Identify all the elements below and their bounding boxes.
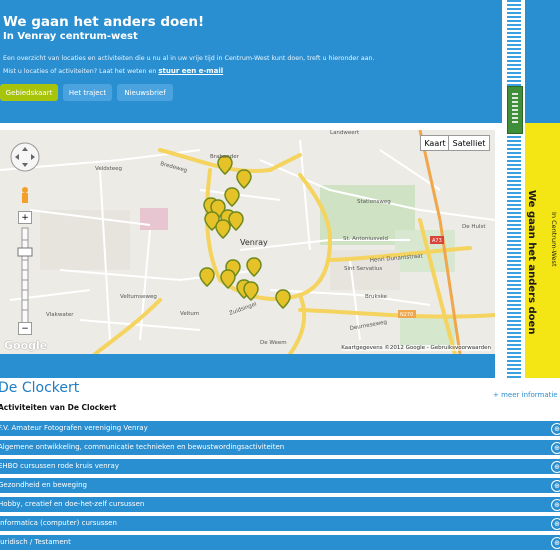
label-a73: A73 [432, 238, 442, 244]
intro-line-2: Mist u locaties of activiteiten? Laat he… [3, 68, 157, 75]
activity-label: Juridisch / Testament [0, 538, 71, 546]
expand-icon[interactable]: ⊕ [551, 461, 560, 473]
label-servatius: Sint Servatius [344, 266, 382, 272]
map-attribution[interactable]: Kaartgegevens ©2012 Google - Gebruiksvoo… [341, 345, 491, 351]
location-title: De Clockert [0, 380, 80, 396]
expand-icon[interactable]: ⊕ [551, 499, 560, 511]
expand-icon[interactable]: ⊕ [551, 518, 560, 530]
expand-icon[interactable]: ⊕ [551, 537, 560, 549]
rail-slider-handle[interactable] [507, 86, 523, 134]
tab-het-traject[interactable]: Het traject [63, 84, 112, 101]
activity-label: Informatica (computer) cursussen [0, 519, 117, 527]
side-panel-subtitle: In Centrum-West [550, 212, 558, 267]
side-panel-header [525, 0, 560, 123]
tab-gebiedskaart[interactable]: Gebiedskaart [0, 84, 58, 101]
activity-label: F.V. Amateur Fotografen vereniging Venra… [0, 424, 148, 432]
label-venray: Venray [240, 238, 268, 247]
rail-stripe [507, 0, 521, 378]
activity-accordion: F.V. Amateur Fotografen vereniging Venra… [0, 421, 560, 554]
label-brabander: Brabander [210, 154, 240, 160]
zoom-in-button[interactable]: + [18, 211, 32, 224]
activity-row[interactable]: Juridisch / Testament ⊕ [0, 535, 560, 550]
map-type-satelliet-button[interactable]: Satelliet [448, 135, 490, 151]
activity-row[interactable]: Gezondheid en beweging ⊕ [0, 478, 560, 493]
activity-row[interactable]: Hobby, creatief en doe-het-zelf cursusse… [0, 497, 560, 512]
label-landweert: Landweert [330, 130, 360, 136]
expand-icon[interactable]: ⊕ [551, 480, 560, 492]
hero-title: We gaan het anders doen! [3, 14, 205, 30]
map-logo: Google [4, 339, 48, 352]
label-vlakwater: Vlakwater [46, 312, 74, 318]
location-subtitle: Activiteiten van De Clockert [0, 403, 117, 412]
label-antoniusveld: St. Antoniusveld [343, 236, 388, 242]
label-veltum: Veltum [180, 311, 199, 317]
map-canvas: Brabander Landweert Bredeweg Stationsweg… [0, 130, 495, 354]
expand-icon[interactable]: ⊕ [551, 423, 560, 435]
hero-banner: We gaan het anders doen! In Venray centr… [0, 0, 502, 123]
label-weem: De Weem [260, 340, 287, 346]
tab-nieuwsbrief[interactable]: Nieuwsbrief [117, 84, 173, 101]
activity-label: Algemene ontwikkeling, communicatie tech… [0, 443, 285, 451]
activity-label: Gezondheid en beweging [0, 481, 87, 489]
activity-label: Hobby, creatief en doe-het-zelf cursusse… [0, 500, 145, 508]
label-brukske: Brukske [365, 294, 388, 300]
label-n270: N270 [400, 312, 413, 318]
zoom-out-button[interactable]: − [18, 322, 32, 335]
activity-row[interactable]: F.V. Amateur Fotografen vereniging Venra… [0, 421, 560, 436]
activity-row[interactable]: Algemene ontwikkeling, communicatie tech… [0, 440, 560, 455]
map-footer-band [0, 354, 495, 378]
map-type-kaart-button[interactable]: Kaart [420, 135, 450, 151]
more-info-link[interactable]: + meer informatie [493, 391, 558, 399]
hero-intro: Een overzicht van locaties en activiteit… [3, 53, 473, 78]
label-veldsteeg: Veldsteeg [95, 166, 122, 172]
scroll-rail[interactable] [503, 0, 525, 378]
label-veltumseweg: Veltumseweg [120, 294, 157, 300]
activity-row[interactable]: EHBO cursussen rode kruis venray ⊕ [0, 459, 560, 474]
hero-subtitle: In Venray centrum-west [3, 31, 138, 42]
side-panel[interactable]: We gaan het anders doen In Centrum-West [525, 0, 560, 378]
email-link[interactable]: stuur een e-mail [158, 67, 223, 75]
expand-icon[interactable]: ⊕ [551, 442, 560, 454]
area-map[interactable]: Brabander Landweert Bredeweg Stationsweg… [0, 130, 495, 354]
label-hulst: De Hulst [462, 224, 486, 230]
activity-row[interactable]: Informatica (computer) cursussen ⊕ [0, 516, 560, 531]
label-stationsweg: Stationsweg [357, 199, 391, 205]
side-panel-title: We gaan het anders doen [526, 190, 537, 335]
intro-line-1: Een overzicht van locaties en activiteit… [3, 55, 375, 62]
activity-label: EHBO cursussen rode kruis venray [0, 462, 119, 470]
